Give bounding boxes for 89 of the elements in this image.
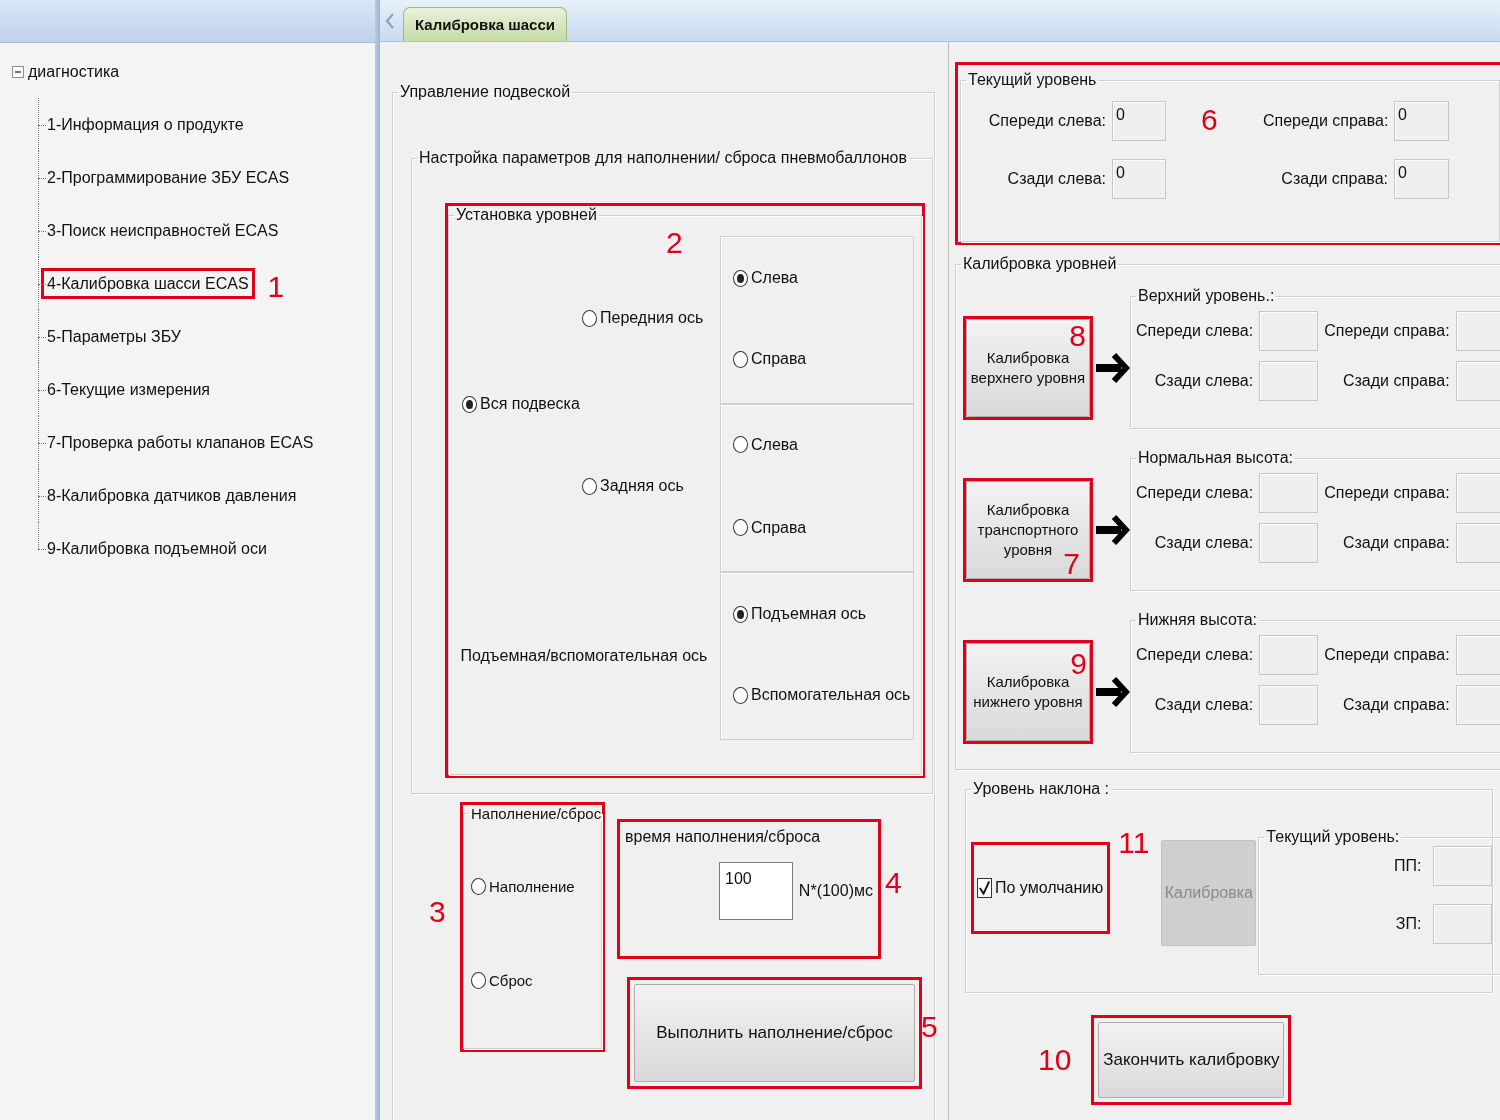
field-label: Сзади слева: (1006, 170, 1106, 188)
text-field[interactable] (1455, 685, 1500, 725)
tree-item[interactable]: 1-Информация о продукте (47, 115, 244, 134)
field-label: время наполнения/сброса (625, 828, 822, 846)
radio-button[interactable]: Вся подвеска (462, 395, 580, 414)
check-mark-icon (978, 879, 991, 897)
callout-number: 9 (1070, 649, 1087, 679)
field-label: Сзади слева: (1153, 696, 1254, 714)
radio-button[interactable]: Слева (733, 269, 798, 287)
group-title: Уровень наклона : (973, 780, 1110, 797)
field-label: Сзади справа: (1341, 534, 1450, 552)
group-title: Наполнение/сброс (471, 805, 602, 822)
callout-number: 6 (1201, 105, 1218, 135)
text-field[interactable] (1259, 473, 1319, 513)
callout-number: 11 (1118, 828, 1150, 858)
field-label: Сзади справа: (1341, 372, 1450, 390)
text-field[interactable]: 100 (719, 862, 793, 920)
field-label: Спереди слева: (987, 112, 1106, 130)
group-title: Текущий уровень (968, 71, 1097, 88)
radio-button[interactable]: Подъемная ось (733, 605, 866, 623)
text-field[interactable] (1433, 904, 1493, 944)
execute-button[interactable]: Выполнить наполнение/сброс (634, 984, 915, 1082)
radio-button[interactable]: Задняя ось (582, 477, 684, 496)
radio-button[interactable]: Справа (733, 350, 807, 368)
field-label: Сзади слева: (1153, 534, 1254, 552)
callout-number: 5 (921, 1012, 938, 1042)
callout-number: 8 (1069, 321, 1086, 351)
text-field[interactable] (1259, 361, 1319, 401)
text-field[interactable]: 0 (1112, 159, 1166, 199)
tree-item[interactable]: 9-Калибровка подъемной оси (47, 539, 267, 558)
radio-button[interactable]: Справа (733, 518, 807, 537)
field-label: Сзади справа: (1341, 696, 1450, 714)
radio-button[interactable]: Слева (733, 435, 798, 454)
tree-item[interactable]: 8-Калибровка датчиков давления (47, 486, 297, 505)
field-label: ПП: (1392, 857, 1422, 875)
tree-item[interactable]: 3-Поиск неисправностей ECAS (47, 221, 279, 240)
text-field[interactable] (1455, 473, 1500, 513)
checkbox[interactable]: По умолчанию (977, 878, 1104, 898)
group-title: Верхний уровень.: (1138, 287, 1275, 304)
text-field[interactable]: 0 (1394, 159, 1449, 199)
field-label: Спереди справа: (1263, 112, 1388, 130)
group-title: Установка уровней (456, 206, 597, 223)
tree-item[interactable]: 2-Программирование ЗБУ ECAS (47, 168, 290, 187)
callout-number: 3 (429, 897, 446, 927)
text-field[interactable]: 0 (1394, 101, 1449, 141)
text-field[interactable] (1259, 635, 1319, 675)
callout-number: 10 (1038, 1045, 1072, 1075)
text-field[interactable] (1259, 311, 1319, 351)
radio-button[interactable]: Передния ось (582, 309, 704, 328)
field-label: Сзади справа: (1280, 170, 1388, 188)
callout-number: 2 (666, 228, 683, 258)
text-field[interactable] (1259, 685, 1319, 725)
field-label: Спереди слева: (1136, 322, 1254, 340)
text-field[interactable] (1455, 523, 1500, 563)
text-field[interactable] (1433, 846, 1493, 886)
collapse-icon[interactable] (12, 66, 24, 78)
group-title: Настройка параметров для наполнении/ сброса пневмобаллонов (419, 149, 907, 166)
text-field[interactable] (1455, 361, 1500, 401)
unit-label: N*(100)мс (798, 882, 873, 900)
tree-item[interactable]: 7-Проверка работы клапанов ECAS (47, 433, 314, 452)
axle-label: Подъемная/вспомогательная ось (460, 647, 708, 664)
finish-button[interactable]: Закончить калибровку (1098, 1022, 1285, 1098)
group-title: Калибровка уровней (963, 255, 1117, 272)
callout-number: 7 (1063, 549, 1080, 579)
group-title: Нижняя высота: (1138, 611, 1258, 628)
radio-button[interactable]: Сброс (471, 972, 533, 989)
field-label: ЗП: (1394, 915, 1422, 933)
text-field[interactable]: 0 (1112, 101, 1166, 141)
tree-item[interactable]: 6-Текущие измерения (47, 380, 211, 399)
text-field[interactable] (1259, 523, 1319, 563)
tree-item[interactable]: 4-Калибровка шасси ECAS (44, 274, 252, 292)
text-field[interactable] (1455, 311, 1500, 351)
callout-number: 4 (885, 868, 902, 898)
field-label: Сзади слева: (1153, 372, 1254, 390)
field-label: Спереди слева: (1136, 484, 1254, 502)
field-label: Спереди слева: (1136, 646, 1254, 664)
tree-item[interactable]: диагностика (28, 63, 120, 81)
callout-number: 1 (267, 271, 285, 302)
field-label: Спереди справа: (1324, 322, 1450, 340)
group-title: Текущий уровень: (1266, 828, 1400, 845)
tab[interactable]: Калибровка шасси (403, 7, 567, 41)
group-title: Управление подвеской (400, 83, 571, 100)
text-field[interactable] (1455, 635, 1500, 675)
field-label: Спереди справа: (1324, 484, 1450, 502)
radio-button[interactable]: Вспомогательная ось (733, 686, 911, 704)
group-title: Нормальная высота: (1138, 449, 1293, 466)
field-label: Спереди справа: (1324, 646, 1450, 664)
tree-item[interactable]: 5-Параметры ЗБУ (47, 327, 181, 346)
radio-button[interactable]: Наполнение (471, 878, 575, 895)
